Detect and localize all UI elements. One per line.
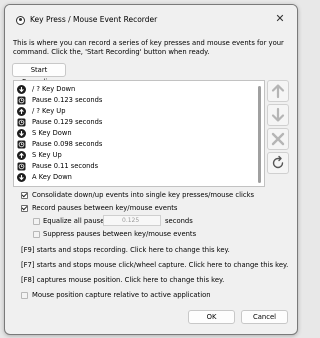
- key-up-icon: [17, 151, 26, 160]
- start-recording-button[interactable]: Start Recording: [12, 63, 66, 86]
- event-label: S Key Up: [32, 151, 62, 159]
- pause-icon: [17, 118, 26, 127]
- f8-hotkey-link[interactable]: [F8] captures mouse position. Click here…: [21, 276, 224, 285]
- seconds-label: seconds: [165, 217, 193, 225]
- key-down-icon: [17, 173, 26, 182]
- pause-icon: [17, 140, 26, 149]
- list-item[interactable]: / ? Key Down: [17, 84, 253, 95]
- event-label: S Key Down: [32, 129, 72, 137]
- record-pauses-checkbox[interactable]: [21, 205, 28, 212]
- consolidate-label: Consolidate down/up events into single k…: [32, 191, 255, 199]
- suppress-pauses-label: Suppress pauses between key/mouse events: [43, 230, 197, 238]
- window-title: Key Press / Mouse Event Recorder: [30, 15, 158, 24]
- record-pauses-label: Record pauses between key/mouse events: [32, 204, 178, 212]
- relative-capture-checkbox[interactable]: [21, 292, 28, 299]
- pause-icon: [17, 96, 26, 105]
- event-label: A Key Down: [32, 173, 72, 181]
- list-item[interactable]: / ? Key Up: [17, 106, 253, 117]
- event-label: / ? Key Up: [32, 107, 66, 115]
- key-up-icon: [17, 107, 26, 116]
- event-label: Pause 0.11 seconds: [32, 162, 99, 170]
- suppress-pauses-checkbox[interactable]: [33, 231, 40, 238]
- close-icon[interactable]: ✕: [273, 12, 287, 26]
- equalize-pauses-checkbox[interactable]: [33, 218, 40, 225]
- event-label: / ? Key Down: [32, 85, 76, 93]
- reset-button[interactable]: [267, 152, 289, 174]
- list-item[interactable]: S Key Down: [17, 128, 253, 139]
- event-label: Pause 0.098 seconds: [32, 140, 103, 148]
- app-icon: [16, 16, 25, 25]
- event-label: Pause 0.123 seconds: [32, 96, 103, 104]
- scrollbar-thumb[interactable]: [258, 86, 261, 183]
- pause-seconds-input[interactable]: [103, 215, 161, 226]
- key-down-icon: [17, 85, 26, 94]
- list-item[interactable]: A Key Down: [17, 172, 253, 183]
- key-down-icon: [17, 129, 26, 138]
- list-item[interactable]: Pause 0.129 seconds: [17, 117, 253, 128]
- event-label: Pause 0.129 seconds: [32, 118, 103, 126]
- list-item[interactable]: S Key Up: [17, 150, 253, 161]
- event-list[interactable]: / ? Key Down Pause 0.123 seconds / ? Key…: [13, 80, 265, 187]
- move-down-button[interactable]: [267, 104, 289, 126]
- ok-button[interactable]: OK: [188, 310, 235, 324]
- arrow-down-icon: [271, 107, 285, 122]
- x-icon: [271, 132, 285, 146]
- intro-text: This is where you can record a series of…: [13, 39, 284, 56]
- list-item[interactable]: Pause 0.123 seconds: [17, 95, 253, 106]
- recorder-dialog: Key Press / Mouse Event Recorder ✕ This …: [4, 4, 298, 335]
- move-up-button[interactable]: [267, 80, 289, 102]
- list-scrollbar[interactable]: [257, 83, 262, 184]
- list-item[interactable]: Pause 0.098 seconds: [17, 139, 253, 150]
- arrow-up-icon: [271, 84, 285, 99]
- delete-button[interactable]: [267, 128, 289, 150]
- f9-hotkey-link[interactable]: [F9] starts and stops recording. Click h…: [21, 246, 230, 255]
- consolidate-checkbox[interactable]: [21, 192, 28, 199]
- title-bar: Key Press / Mouse Event Recorder ✕: [5, 5, 297, 35]
- f7-hotkey-link[interactable]: [F7] starts and stops mouse click/wheel …: [21, 261, 288, 270]
- cancel-button[interactable]: Cancel: [241, 310, 288, 324]
- list-item[interactable]: Pause 0.11 seconds: [17, 161, 253, 172]
- refresh-icon: [272, 155, 284, 169]
- pause-icon: [17, 162, 26, 171]
- relative-capture-label: Mouse position capture relative to activ…: [32, 291, 211, 299]
